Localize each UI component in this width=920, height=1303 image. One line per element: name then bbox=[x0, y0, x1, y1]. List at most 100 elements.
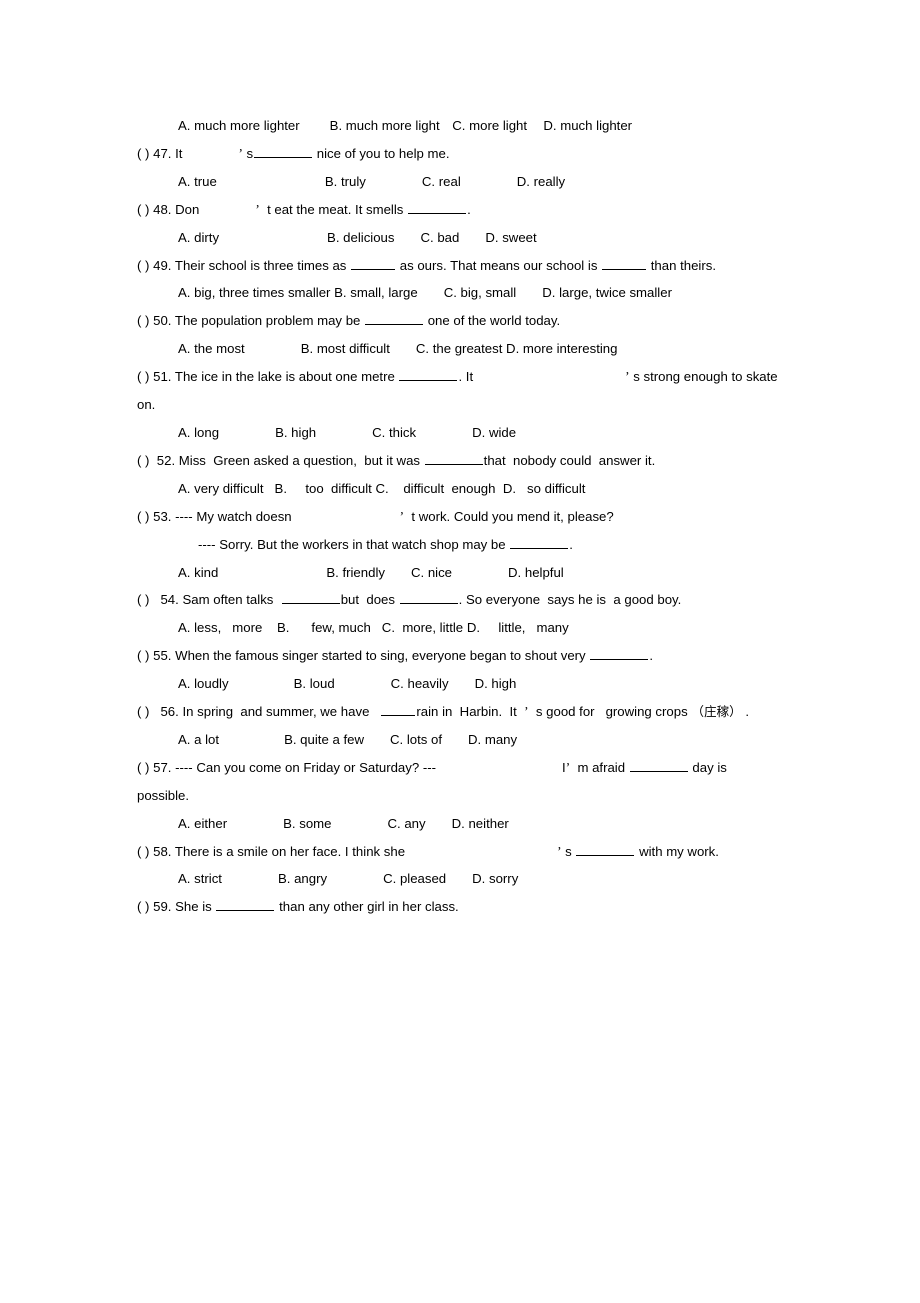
apostrophe-glyph: ’ bbox=[399, 508, 405, 524]
question-marker: ( ) 51. bbox=[137, 369, 172, 385]
question-options-51: A. long B. high C. thick D. wide bbox=[137, 419, 778, 447]
option-d-label: D. bbox=[502, 480, 516, 496]
question-stem-54: ( ) 54. Sam often talks but does . So ev… bbox=[137, 586, 778, 614]
question-stem-56: ( ) 56. In spring and summer, we have ra… bbox=[137, 698, 778, 726]
option-c-label: C. any bbox=[387, 815, 426, 831]
option-a-label: A. loudly bbox=[178, 676, 229, 692]
stem-text: as ours. That means our school is bbox=[399, 257, 598, 273]
stem-text: s bbox=[246, 145, 254, 161]
option-a-label: A. either bbox=[178, 815, 228, 831]
dialogue-text: ---- Sorry. But the workers in that watc… bbox=[198, 536, 506, 552]
stem-text: answer bbox=[598, 452, 642, 468]
question-options-58: A. strict B. angry C. pleased D. sorry bbox=[137, 865, 778, 893]
question-options-48: A. dirty B. delicious C. bad D. sweet bbox=[137, 224, 778, 252]
answer-blank bbox=[399, 368, 458, 382]
stem-text: nobody could bbox=[513, 452, 592, 468]
stem-text: but bbox=[340, 592, 360, 608]
question-marker: ( ) 55. bbox=[137, 648, 172, 664]
question-stem-50: ( ) 50. The population problem may be on… bbox=[137, 307, 778, 335]
stem-text: does bbox=[366, 592, 395, 608]
stem-text: . bbox=[467, 201, 471, 217]
dialogue-text: . bbox=[569, 536, 573, 552]
option-d-label: D. sweet bbox=[485, 229, 537, 245]
answer-blank bbox=[629, 759, 688, 772]
answer-blank bbox=[399, 591, 458, 605]
question-marker: ( ) bbox=[137, 592, 150, 608]
stem-text: s good for bbox=[535, 704, 595, 720]
option-c-label: C. thick bbox=[372, 424, 417, 440]
apostrophe-glyph: ’ bbox=[565, 759, 571, 775]
stem-text: The ice in the lake is about one metre bbox=[174, 369, 395, 385]
option-b-label: B. quite a few bbox=[284, 731, 364, 747]
option-a-label: A. strict bbox=[178, 871, 222, 887]
stem-text: In bbox=[182, 704, 194, 720]
question-stem-47: ( ) 47. It ’ s nice of you to help me. bbox=[137, 140, 778, 168]
question-stem-48: ( ) 48. Don ’ t eat the meat. It smells . bbox=[137, 196, 778, 224]
option-a-label: A. long bbox=[178, 424, 220, 440]
option-c-label: C. big, small bbox=[443, 285, 517, 301]
stem-text: . So everyone bbox=[458, 592, 541, 608]
option-b-label: B. bbox=[274, 480, 287, 496]
stem-text: he is bbox=[578, 592, 607, 608]
stem-text: Sam often bbox=[182, 592, 243, 608]
question-number: 54. bbox=[160, 592, 179, 608]
chinese-gloss: （庄稼） bbox=[691, 704, 742, 720]
question-options-50: A. the most B. most difficult C. the great… bbox=[137, 335, 778, 363]
option-a-label: A. true bbox=[178, 173, 217, 189]
option-d-label: D. more interesting bbox=[506, 341, 618, 357]
option-d-label: D. high bbox=[474, 676, 517, 692]
stem-text: than theirs. bbox=[650, 257, 717, 273]
stem-text: ---- Can you come on Friday or Saturday?… bbox=[175, 759, 437, 775]
option-a-label: A. very bbox=[178, 480, 220, 496]
stem-text: There is a smile on her face. I think sh… bbox=[174, 843, 406, 859]
question-options-56: A. a lot B. quite a few C. lots of D. many bbox=[137, 726, 778, 754]
question-options-47: A. true B. truly C. real D. really bbox=[137, 168, 778, 196]
option-b-label: B. truly bbox=[324, 173, 366, 189]
stem-text: . It bbox=[458, 369, 474, 385]
answer-blank bbox=[510, 535, 569, 549]
option-c-label: C. pleased bbox=[383, 871, 447, 887]
option-c-label: C. the greatest bbox=[415, 341, 503, 357]
question-options-54: A. less, more B. few, much C. more, litt… bbox=[137, 614, 778, 642]
stem-text: It bbox=[509, 704, 517, 720]
option-b-label: B. angry bbox=[277, 871, 328, 887]
option-a-label: A. a lot bbox=[178, 731, 220, 747]
option-c-label: C. real bbox=[421, 173, 461, 189]
question-marker: ( ) 47. bbox=[137, 145, 172, 161]
option-c-label: C. nice bbox=[410, 564, 453, 580]
stem-text: spring bbox=[197, 704, 234, 720]
option-d-label: D. many bbox=[468, 731, 518, 747]
option-b-label: B. much more light bbox=[329, 118, 440, 133]
stem-text: Harbin. bbox=[459, 704, 503, 720]
stem-text: that bbox=[483, 452, 506, 468]
stem-text: with my work. bbox=[639, 843, 719, 859]
option-c-label: C. heavily bbox=[390, 676, 449, 692]
question-stem-55: ( ) 55. When the famous singer started t… bbox=[137, 642, 778, 670]
stem-text: nice of you to help me. bbox=[316, 145, 450, 161]
question-stem-53: ( ) 53. ---- My watch doesn ’ t work. Cou… bbox=[137, 503, 778, 531]
option-c-text: more, little bbox=[402, 620, 464, 636]
option-c-text: difficult bbox=[403, 480, 445, 496]
option-d-label: D. bbox=[466, 620, 480, 636]
stem-text: . bbox=[745, 704, 750, 720]
stem-text: She is bbox=[175, 899, 212, 915]
answer-blank bbox=[602, 256, 647, 270]
option-a-text: more bbox=[232, 620, 263, 636]
question-options-57: A. either B. some C. any D. neither bbox=[137, 810, 778, 838]
question-marker: ( ) 48. bbox=[137, 201, 172, 217]
option-d-label: D. large, twice smaller bbox=[542, 285, 672, 301]
apostrophe-glyph: ’ bbox=[625, 369, 630, 385]
option-a-label: A. big, three times smaller bbox=[178, 285, 331, 301]
option-a-label: A. dirty bbox=[178, 229, 220, 245]
option-c-label: C. bad bbox=[420, 229, 460, 245]
question-marker: ( ) 49. bbox=[137, 257, 172, 273]
stem-text: growing bbox=[605, 704, 652, 720]
question-stem-57: ( ) 57. ---- Can you come on Friday or S… bbox=[137, 754, 778, 810]
option-c-label: C. bbox=[375, 480, 389, 496]
apostrophe-glyph: ’ bbox=[524, 704, 529, 720]
option-c-text2: enough bbox=[451, 480, 496, 496]
question-marker: ( ) 59. bbox=[137, 899, 172, 915]
stem-text: was bbox=[396, 452, 420, 468]
answer-blank bbox=[408, 201, 467, 214]
stem-text: boy. bbox=[657, 592, 682, 608]
